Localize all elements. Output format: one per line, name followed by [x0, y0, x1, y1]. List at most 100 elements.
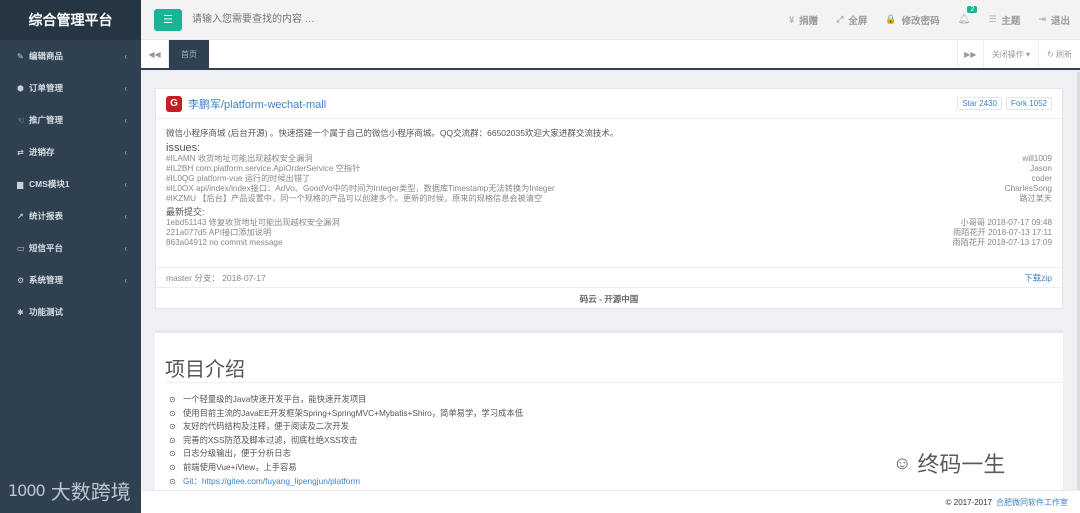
circle-check-icon: ⊙	[169, 462, 176, 472]
issues-title: issues:	[166, 142, 201, 154]
main-content: G 李鹏军/platform-wechat-mall Star 2430 For…	[141, 72, 1077, 490]
circle-check-icon: ⊙	[169, 435, 176, 445]
sidebar-item-sms[interactable]: ▭ 短信平台 ‹	[0, 232, 141, 264]
commit-author: 雨陌花开 2018-07-13 17:11	[952, 228, 1052, 237]
menu-toggle-button[interactable]: ☰	[154, 8, 182, 31]
issue-text: #IKZMU 【后台】产品设置中，同一个规格的产品可以创建多个。更新的时候，原来…	[166, 194, 543, 203]
chevron-left-icon: ‹	[124, 275, 127, 285]
fork-count[interactable]: Fork 1052	[1005, 97, 1052, 110]
issue-author: coder	[1031, 174, 1052, 183]
issue-row[interactable]: #IL0OX api/index/index接口：AdVo、GoodVo中的时间…	[166, 184, 1052, 194]
double-left-icon: ◀◀	[148, 49, 161, 59]
chevron-left-icon: ‹	[124, 211, 127, 221]
list-item: ⊙ 完善的XSS防范及脚本过滤，彻底杜绝XSS攻击	[169, 434, 1063, 448]
monitor-icon: ▭	[17, 243, 25, 253]
issue-row[interactable]: #IL0QG platform-vue 运行的时候出错了 coder	[166, 174, 1052, 184]
download-zip-link[interactable]: 下载zip	[1024, 272, 1052, 284]
refresh-button[interactable]: ↻ 刷新	[1038, 40, 1080, 68]
commits-title: 最新提交:	[166, 207, 205, 217]
close-ops-dropdown[interactable]: 关闭操作 ▾	[982, 40, 1038, 68]
list-item: ⊙ 一个轻量级的Java快速开发平台，能快速开发项目	[169, 393, 1063, 407]
sidebar-item-reports[interactable]: ↗ 统计报表 ‹	[0, 200, 141, 232]
sidebar-item-edit-goods[interactable]: ✎ 编辑商品 ‹	[0, 40, 141, 72]
list-item-text: 前端使用Vue+iView，上手容易	[183, 461, 297, 472]
watermark-logo: 1000	[8, 481, 46, 500]
cube-icon: ⬢	[17, 83, 24, 93]
issue-row[interactable]: #IL2BH com.platform.service.ApiOrderServ…	[166, 164, 1052, 174]
commit-author: 雨陌花开 2018-07-13 17:09	[952, 238, 1052, 247]
commit-row[interactable]: 1ebd51143 修复收货地址可能出现越权安全漏洞 小哥哥 2018-07-17…	[166, 218, 1052, 228]
theme-label: 主题	[1001, 15, 1021, 27]
lock-icon: 🔒	[885, 14, 897, 24]
close-ops-label: 关闭操作	[991, 49, 1024, 59]
refresh-label: 刷新	[1056, 49, 1072, 59]
issue-row[interactable]: #ILAMN 收货地址可能出现越权安全漏洞 will1009	[166, 154, 1052, 164]
notification-badge: 2	[967, 6, 978, 13]
commit-text: 863a04912 no commit message	[166, 238, 283, 247]
sidebar: 综合管理平台 ✎ 编辑商品 ‹ ⬢ 订单管理 ‹ ☜ 推广管理 ‹ ⇄ 进销存 ‹ ▆ CMS模块…	[0, 0, 141, 513]
donate-link[interactable]: ¥ 捐赠	[789, 13, 818, 27]
caret-down-icon: ▾	[1023, 49, 1031, 59]
repo-header: G 李鹏军/platform-wechat-mall Star 2430 For…	[156, 89, 1062, 119]
issue-row[interactable]: #IKZMU 【后台】产品设置中，同一个规格的产品可以创建多个。更新的时候，原来…	[166, 194, 1052, 204]
list-item-text: 一个轻量级的Java快速开发平台，能快速开发项目	[183, 394, 367, 404]
commit-text: 1ebd51143 修复收货地址可能出现越权安全漏洞	[166, 218, 340, 227]
top-nav: ¥ 捐赠 ⤢ 全屏 🔒 修改密码 🔔︎ 2 ☰ 主题 ⇥ 退出	[771, 6, 1080, 27]
fullscreen-link[interactable]: ⤢ 全屏	[836, 13, 867, 27]
tabs-prev-button[interactable]: ◀◀	[141, 40, 169, 68]
logout-icon: ⇥	[1038, 14, 1046, 24]
theme-link[interactable]: ☰ 主题	[988, 13, 1020, 27]
tabs-right-controls: ▶▶ 关闭操作 ▾ ↻ 刷新	[956, 40, 1080, 68]
chevron-left-icon: ‹	[124, 83, 127, 93]
sidebar-item-cms[interactable]: ▆ CMS模块1 ‹	[0, 168, 141, 200]
repo-widget: G 李鹏军/platform-wechat-mall Star 2430 For…	[155, 88, 1063, 309]
sidebar-item-label: 功能测试	[29, 307, 64, 317]
issue-author: 路过某天	[1019, 194, 1052, 203]
notification-bell[interactable]: 🔔︎ 2	[958, 6, 978, 25]
gitee-logo-icon: G	[166, 95, 182, 112]
chevron-left-icon: ‹	[124, 115, 127, 125]
tabs-next-button[interactable]: ▶▶	[956, 40, 983, 68]
double-right-icon: ▶▶	[964, 49, 977, 59]
commit-row[interactable]: 221a077d5 API接口添加说明 雨陌花开 2018-07-13 17:11	[166, 228, 1052, 238]
sidebar-item-label: 推广管理	[29, 115, 64, 125]
org-link[interactable]: 合肥微同软件工作室	[996, 497, 1068, 508]
chevron-left-icon: ‹	[124, 51, 127, 61]
commit-row[interactable]: 863a04912 no commit message 雨陌花开 2018-07-…	[166, 238, 1052, 248]
tab-home[interactable]: 首页	[169, 40, 209, 68]
expand-icon: ⤢	[836, 14, 844, 24]
circle-check-icon: ⊙	[169, 395, 176, 404]
gear-icon: ⚙	[17, 275, 25, 285]
content-watermark: ☺ 终码一生	[893, 447, 1005, 479]
change-password-link[interactable]: 🔒 修改密码	[885, 13, 939, 27]
repo-source[interactable]: 码云 - 开源中国	[156, 287, 1062, 309]
refresh-icon: ↻	[1047, 49, 1056, 59]
star-count[interactable]: Star 2430	[957, 97, 1002, 110]
git-link[interactable]: Git：https://gitee.com/fuyang_lipengjun/p…	[183, 475, 360, 489]
search-input[interactable]	[192, 7, 552, 32]
list-item-text: 友好的代码结构及注释，便于阅读及二次开发	[183, 421, 349, 432]
repo-description: 微信小程序商城 (后台开源) 。快速搭建一个属于自己的微信小程序商城。QQ交流群…	[166, 128, 619, 138]
sidebar-item-system[interactable]: ⚙ 系统管理 ‹	[0, 264, 141, 296]
sidebar-watermark: 1000 大数跨境	[8, 476, 131, 505]
commit-text: 221a077d5 API接口添加说明	[166, 228, 272, 237]
sidebar-item-orders[interactable]: ⬢ 订单管理 ‹	[0, 72, 141, 104]
issue-text: #IL0OX api/index/index接口：AdVo、GoodVo中的时间…	[166, 184, 555, 193]
repo-name-link[interactable]: 李鹏军/platform-wechat-mall	[188, 96, 326, 112]
sidebar-item-promotion[interactable]: ☜ 推广管理 ‹	[0, 104, 141, 136]
logout-link[interactable]: ⇥ 退出	[1038, 13, 1070, 27]
issue-text: #IL0QG platform-vue 运行的时候出错了	[166, 174, 311, 183]
list-item: ⊙ 友好的代码结构及注释，便于阅读及二次开发	[169, 420, 1063, 434]
repo-body: 微信小程序商城 (后台开源) 。快速搭建一个属于自己的微信小程序商城。QQ交流群…	[156, 119, 1062, 256]
list-item-text: 完善的XSS防范及脚本过滤，彻底杜绝XSS攻击	[183, 434, 358, 445]
top-header: ☰ ¥ 捐赠 ⤢ 全屏 🔒 修改密码 🔔︎2 ☰ 主题 ⇥ 退出	[141, 0, 1080, 40]
hamburger-icon: ☰	[163, 14, 173, 26]
commit-author: 小哥哥 2018-07-17 09:48	[960, 218, 1052, 227]
sidebar-item-label: CMS模块1	[29, 179, 70, 189]
sidebar-item-label: 短信平台	[29, 243, 64, 253]
list-item: ⊙ 使用目前主流的JavaEE开发框架Spring+SpringMVC+Mybat…	[169, 407, 1063, 421]
sidebar-item-inventory[interactable]: ⇄ 进销存 ‹	[0, 136, 141, 168]
chart-icon: ↗	[17, 211, 24, 221]
issue-text: #IL2BH com.platform.service.ApiOrderServ…	[166, 164, 361, 173]
sidebar-item-test[interactable]: ✱ 功能测试	[0, 296, 141, 328]
